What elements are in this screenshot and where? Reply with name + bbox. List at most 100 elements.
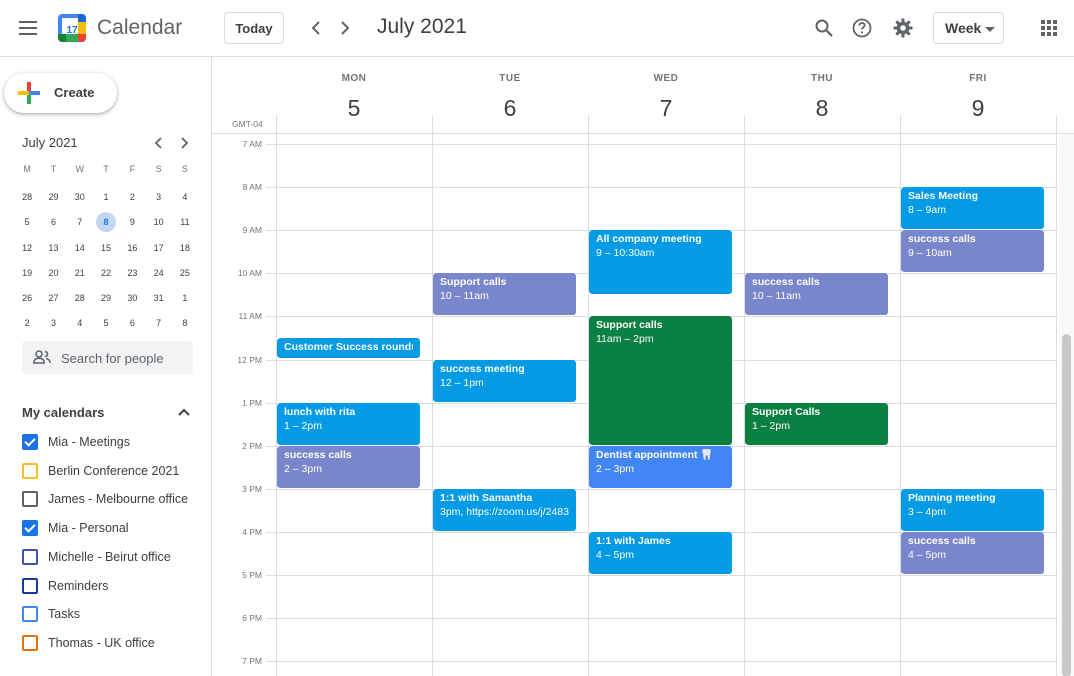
calendar-checkbox[interactable] bbox=[22, 606, 38, 623]
next-week-button[interactable] bbox=[333, 16, 357, 40]
calendar-item[interactable]: Thomas - UK office bbox=[22, 633, 155, 653]
today-button[interactable]: Today bbox=[224, 12, 284, 44]
mini-calendar-day[interactable]: 27 bbox=[40, 286, 66, 311]
day-number[interactable]: 5 bbox=[276, 95, 432, 122]
calendar-item[interactable]: Berlin Conference 2021 bbox=[22, 461, 179, 481]
mini-calendar-day[interactable]: 30 bbox=[119, 286, 145, 311]
mini-calendar-day[interactable]: 18 bbox=[172, 236, 198, 261]
mini-calendar-day[interactable]: 24 bbox=[145, 261, 171, 286]
mini-calendar-day[interactable]: 23 bbox=[119, 261, 145, 286]
mini-calendar-day[interactable]: 3 bbox=[145, 185, 171, 210]
mini-calendar-day[interactable]: 22 bbox=[93, 261, 119, 286]
create-button[interactable]: Create bbox=[4, 73, 117, 113]
mini-calendar-day[interactable]: 16 bbox=[119, 236, 145, 261]
mini-calendar-day[interactable]: 11 bbox=[172, 210, 198, 235]
chevron-up-icon[interactable] bbox=[176, 404, 192, 420]
calendar-event[interactable]: 1:1 with James 4 – 5pm bbox=[589, 531, 733, 575]
calendar-checkbox[interactable] bbox=[22, 634, 38, 651]
mini-calendar-day[interactable]: 8 bbox=[172, 311, 198, 336]
calendar-item[interactable]: Mia - Meetings bbox=[22, 432, 130, 452]
mini-calendar-day[interactable]: 3 bbox=[40, 311, 66, 336]
day-number[interactable]: 6 bbox=[432, 95, 588, 122]
calendar-event[interactable]: Support calls 11am – 2pm bbox=[589, 316, 733, 446]
mini-calendar-day[interactable]: 2 bbox=[14, 311, 40, 336]
settings-button[interactable] bbox=[889, 14, 917, 42]
mini-calendar-day[interactable]: 25 bbox=[172, 261, 198, 286]
mini-calendar-day[interactable]: 15 bbox=[93, 236, 119, 261]
calendar-event[interactable]: Sales Meeting 8 – 9am bbox=[901, 187, 1045, 231]
calendar-checkbox[interactable] bbox=[22, 548, 38, 565]
day-header[interactable]: MON 5 bbox=[276, 57, 432, 133]
mini-calendar-next-button[interactable] bbox=[175, 133, 195, 153]
mini-calendar-day[interactable]: 17 bbox=[145, 236, 171, 261]
calendar-event[interactable]: success calls 9 – 10am bbox=[901, 230, 1045, 274]
mini-calendar-day[interactable]: 30 bbox=[67, 185, 93, 210]
scrollbar-thumb[interactable] bbox=[1062, 334, 1071, 676]
calendar-event[interactable]: success calls 4 – 5pm bbox=[901, 531, 1045, 575]
mini-calendar-day[interactable]: 4 bbox=[67, 311, 93, 336]
search-button[interactable] bbox=[810, 14, 838, 42]
calendar-event[interactable]: lunch with rita 1 – 2pm bbox=[277, 402, 421, 446]
calendar-event[interactable]: Support calls 10 – 11am bbox=[433, 273, 577, 317]
mini-calendar-day[interactable]: 5 bbox=[93, 311, 119, 336]
mini-calendar-day[interactable]: 9 bbox=[119, 210, 145, 235]
calendar-checkbox[interactable] bbox=[22, 434, 38, 450]
mini-calendar-prev-button[interactable] bbox=[148, 133, 168, 153]
mini-calendar-day[interactable]: 7 bbox=[145, 311, 171, 336]
help-button[interactable] bbox=[848, 14, 876, 42]
mini-calendar-day[interactable]: 29 bbox=[40, 185, 66, 210]
day-header[interactable]: FRI 9 bbox=[900, 57, 1056, 133]
mini-calendar-day[interactable]: 5 bbox=[14, 210, 40, 235]
mini-calendar-day[interactable]: 20 bbox=[40, 261, 66, 286]
mini-calendar-day[interactable]: 6 bbox=[119, 311, 145, 336]
mini-calendar-day[interactable]: 2 bbox=[119, 185, 145, 210]
calendar-event[interactable]: Support Calls 1 – 2pm bbox=[745, 402, 889, 446]
mini-calendar-day[interactable]: 14 bbox=[67, 236, 93, 261]
calendar-item[interactable]: Michelle - Beirut office bbox=[22, 547, 171, 567]
day-header[interactable]: THU 8 bbox=[744, 57, 900, 133]
calendar-checkbox[interactable] bbox=[22, 577, 38, 594]
mini-calendar-day[interactable]: 31 bbox=[145, 286, 171, 311]
calendar-event[interactable]: Customer Success roundup, bbox=[277, 337, 421, 360]
calendar-item[interactable]: Reminders bbox=[22, 576, 108, 596]
day-number[interactable]: 8 bbox=[744, 95, 900, 122]
view-selector[interactable]: Week bbox=[933, 12, 1004, 44]
mini-calendar-day[interactable]: 4 bbox=[172, 185, 198, 210]
mini-calendar-day[interactable]: 8 bbox=[93, 210, 119, 235]
calendar-item[interactable]: Tasks bbox=[22, 604, 80, 624]
calendar-event[interactable]: success calls 2 – 3pm bbox=[277, 445, 421, 489]
day-header[interactable]: TUE 6 bbox=[432, 57, 588, 133]
day-header[interactable]: WED 7 bbox=[588, 57, 744, 133]
search-people-input[interactable]: Search for people bbox=[22, 341, 193, 374]
day-number[interactable]: 7 bbox=[588, 95, 744, 122]
mini-calendar-day[interactable]: 28 bbox=[14, 185, 40, 210]
mini-calendar-day[interactable]: 10 bbox=[145, 210, 171, 235]
mini-calendar-day[interactable]: 29 bbox=[93, 286, 119, 311]
calendar-event[interactable]: Planning meeting 3 – 4pm bbox=[901, 488, 1045, 532]
calendar-event[interactable]: Dentist appointment 🦷 2 – 3pm bbox=[589, 445, 733, 489]
calendar-item[interactable]: James - Melbourne office bbox=[22, 489, 188, 509]
mini-calendar-day[interactable]: 21 bbox=[67, 261, 93, 286]
calendar-item[interactable]: Mia - Personal bbox=[22, 518, 129, 538]
mini-calendar-day[interactable]: 12 bbox=[14, 236, 40, 261]
my-calendars-title[interactable]: My calendars bbox=[22, 405, 104, 420]
mini-calendar-day[interactable]: 7 bbox=[67, 210, 93, 235]
mini-calendar-day[interactable]: 13 bbox=[40, 236, 66, 261]
time-grid[interactable]: 7 AM 8 AM 9 AM 10 AM 11 AM 12 PM 1 PM 2 PM 3 PM 4… bbox=[212, 133, 1074, 676]
calendar-checkbox[interactable] bbox=[22, 491, 38, 508]
mini-calendar-day[interactable]: 26 bbox=[14, 286, 40, 311]
calendar-event[interactable]: All company meeting 9 – 10:30am bbox=[589, 230, 733, 295]
calendar-event[interactable]: success calls 10 – 11am bbox=[745, 273, 889, 317]
mini-calendar-day[interactable]: 1 bbox=[93, 185, 119, 210]
mini-calendar-day[interactable]: 28 bbox=[67, 286, 93, 311]
main-menu-button[interactable] bbox=[12, 12, 44, 44]
calendar-event[interactable]: 1:1 with Samantha 3pm, https://zoom.us/j/… bbox=[433, 488, 577, 532]
apps-button[interactable] bbox=[1035, 14, 1063, 42]
mini-calendar-day[interactable]: 19 bbox=[14, 261, 40, 286]
calendar-checkbox[interactable] bbox=[22, 520, 38, 537]
mini-calendar-day[interactable]: 6 bbox=[40, 210, 66, 235]
previous-week-button[interactable] bbox=[304, 16, 328, 40]
mini-calendar-day[interactable]: 1 bbox=[172, 286, 198, 311]
day-number[interactable]: 9 bbox=[900, 95, 1056, 122]
calendar-logo-icon[interactable]: 17 bbox=[58, 14, 86, 42]
